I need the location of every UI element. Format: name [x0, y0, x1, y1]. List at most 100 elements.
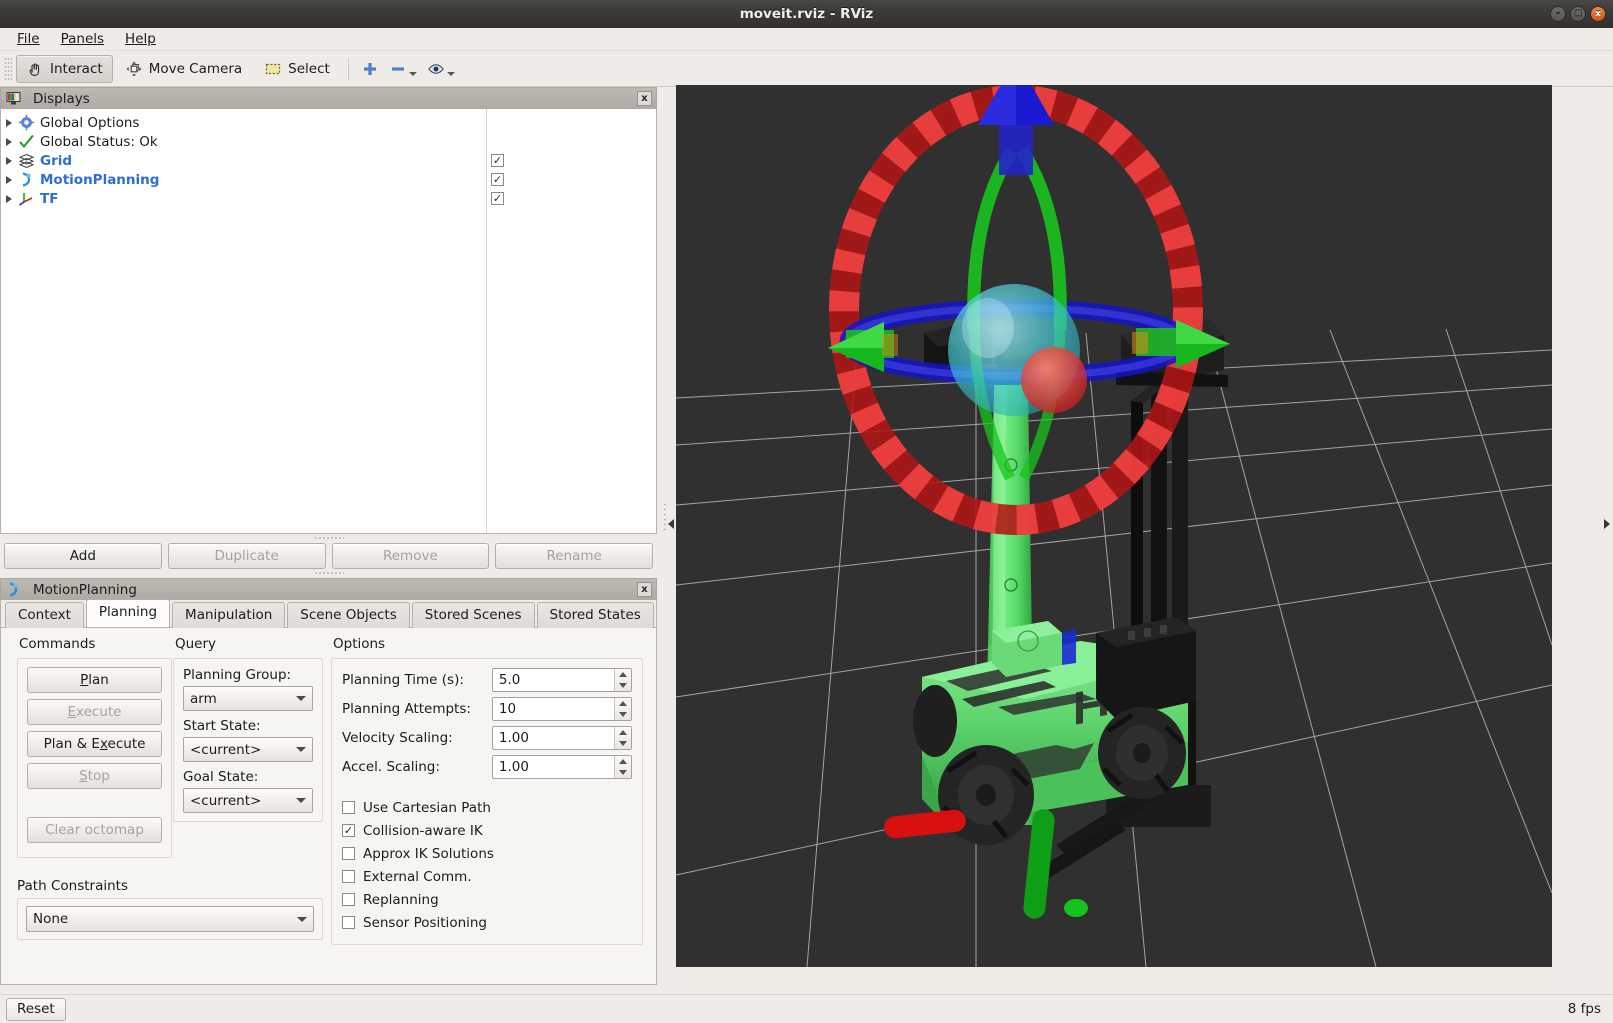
- display-item-motionplanning[interactable]: MotionPlanning ✓: [1, 170, 656, 189]
- planning-group-select[interactable]: arm: [183, 686, 313, 711]
- close-button[interactable]: x: [1590, 6, 1606, 22]
- spinner-down-icon[interactable]: [615, 680, 631, 691]
- move-camera-icon: [125, 60, 143, 78]
- add-display-button[interactable]: Add: [4, 543, 162, 569]
- tool-visibility[interactable]: [423, 56, 459, 82]
- path-constraints-select[interactable]: None: [26, 906, 314, 932]
- expand-right-panel-icon[interactable]: [1604, 519, 1610, 529]
- plan-button[interactable]: Plan: [27, 667, 162, 693]
- motionplanning-dock-handle[interactable]: [0, 569, 657, 578]
- query-group-label: Query: [175, 636, 216, 652]
- main-vertical-splitter[interactable]: [657, 87, 676, 967]
- display-checkbox-grid[interactable]: ✓: [491, 154, 504, 167]
- accel-scaling-spinner[interactable]: 1.00: [492, 755, 632, 779]
- tab-stored-scenes[interactable]: Stored Scenes: [412, 602, 535, 628]
- tool-move-camera[interactable]: Move Camera: [115, 55, 252, 83]
- expand-arrow-icon[interactable]: [6, 138, 12, 146]
- eye-icon: [427, 60, 445, 78]
- menu-help[interactable]: Help: [116, 29, 165, 49]
- planning-time-spinner[interactable]: 5.0: [492, 668, 632, 692]
- velocity-scaling-spinner[interactable]: 1.00: [492, 726, 632, 750]
- execute-button[interactable]: Execute: [27, 699, 162, 725]
- left-dock: Displays x Global Options: [0, 87, 657, 994]
- plan-and-execute-button[interactable]: Plan & Execute: [27, 731, 162, 757]
- sensor-positioning-row[interactable]: Sensor Positioning: [342, 911, 632, 934]
- remove-display-button[interactable]: Remove: [332, 543, 490, 569]
- spinner-buttons[interactable]: [614, 698, 631, 720]
- display-item-grid[interactable]: Grid ✓: [1, 151, 656, 170]
- menu-bar: File Panels Help: [0, 28, 1613, 51]
- remove-dropdown-arrow[interactable]: [409, 72, 417, 76]
- menu-file[interactable]: File: [8, 29, 49, 49]
- motionplanning-close-icon[interactable]: x: [637, 582, 652, 597]
- visibility-dropdown-arrow[interactable]: [447, 72, 455, 76]
- tab-stored-states[interactable]: Stored States: [537, 602, 654, 628]
- spinner-up-icon[interactable]: [615, 698, 631, 709]
- tool-add[interactable]: [357, 56, 383, 82]
- collision-aware-ik-label: Collision-aware IK: [363, 823, 483, 839]
- display-checkbox-motionplanning[interactable]: ✓: [491, 173, 504, 186]
- tab-planning[interactable]: Planning: [86, 599, 170, 627]
- maximize-button[interactable]: □: [1570, 6, 1586, 22]
- use-cartesian-path-checkbox[interactable]: [342, 801, 355, 814]
- spinner-buttons[interactable]: [614, 669, 631, 691]
- tab-scene-objects[interactable]: Scene Objects: [287, 602, 409, 628]
- replanning-row[interactable]: Replanning: [342, 888, 632, 911]
- tab-context[interactable]: Context: [5, 602, 84, 628]
- motionplanning-panel-title: MotionPlanning x: [0, 578, 657, 600]
- display-item-tf[interactable]: TF ✓: [1, 189, 656, 208]
- splitter-grip[interactable]: [663, 502, 667, 532]
- tab-manipulation[interactable]: Manipulation: [172, 602, 285, 628]
- rename-display-button[interactable]: Rename: [495, 543, 653, 569]
- displays-close-icon[interactable]: x: [637, 91, 652, 106]
- expand-arrow-icon[interactable]: [6, 195, 12, 203]
- check-icon: [18, 133, 35, 150]
- approx-ik-solutions-row[interactable]: Approx IK Solutions: [342, 842, 632, 865]
- expand-arrow-icon[interactable]: [6, 176, 12, 184]
- tool-select[interactable]: Select: [254, 55, 340, 83]
- external-comm-checkbox[interactable]: [342, 870, 355, 883]
- use-cartesian-path-row[interactable]: Use Cartesian Path: [342, 796, 632, 819]
- spinner-up-icon[interactable]: [615, 727, 631, 738]
- query-box: Planning Group: arm Start State: <curren…: [173, 658, 323, 822]
- displays-tree[interactable]: Global Options Global Status: Ok: [0, 109, 657, 534]
- expand-arrow-icon[interactable]: [6, 119, 12, 127]
- tool-remove[interactable]: [385, 56, 421, 82]
- commands-group-label: Commands: [19, 636, 95, 652]
- marker-sphere-red: [1021, 347, 1087, 413]
- display-checkbox-tf[interactable]: ✓: [491, 192, 504, 205]
- duplicate-display-button[interactable]: Duplicate: [168, 543, 326, 569]
- right-panel-splitter[interactable]: [1602, 87, 1613, 967]
- minimize-button[interactable]: –: [1550, 6, 1566, 22]
- goal-state-select[interactable]: <current>: [183, 788, 313, 813]
- external-comm-row[interactable]: External Comm.: [342, 865, 632, 888]
- menu-panels[interactable]: Panels: [52, 29, 113, 49]
- spinner-down-icon[interactable]: [615, 767, 631, 778]
- stop-button[interactable]: Stop: [27, 763, 162, 789]
- sensor-positioning-checkbox[interactable]: [342, 916, 355, 929]
- display-item-global-options[interactable]: Global Options: [1, 113, 656, 132]
- planning-time-value: 5.0: [493, 672, 614, 688]
- spinner-up-icon[interactable]: [615, 756, 631, 767]
- render-viewport-3d[interactable]: [676, 85, 1552, 967]
- collision-aware-ik-row[interactable]: ✓ Collision-aware IK: [342, 819, 632, 842]
- toolbar-grip[interactable]: [4, 57, 12, 81]
- display-item-global-status[interactable]: Global Status: Ok: [1, 132, 656, 151]
- planning-attempts-spinner[interactable]: 10: [492, 697, 632, 721]
- spinner-buttons[interactable]: [614, 727, 631, 749]
- displays-dock-handle[interactable]: [0, 534, 657, 543]
- start-state-select[interactable]: <current>: [183, 737, 313, 762]
- spinner-down-icon[interactable]: [615, 738, 631, 749]
- spinner-down-icon[interactable]: [615, 709, 631, 720]
- replanning-checkbox[interactable]: [342, 893, 355, 906]
- reset-button[interactable]: Reset: [6, 998, 66, 1021]
- tool-interact[interactable]: Interact: [16, 55, 113, 83]
- expand-arrow-icon[interactable]: [6, 157, 12, 165]
- collision-aware-ik-checkbox[interactable]: ✓: [342, 824, 355, 837]
- spinner-up-icon[interactable]: [615, 669, 631, 680]
- clear-octomap-button[interactable]: Clear octomap: [27, 817, 162, 843]
- display-item-label: TF: [40, 191, 58, 207]
- spinner-buttons[interactable]: [614, 756, 631, 778]
- collapse-left-panel-icon[interactable]: [668, 519, 674, 529]
- approx-ik-solutions-checkbox[interactable]: [342, 847, 355, 860]
